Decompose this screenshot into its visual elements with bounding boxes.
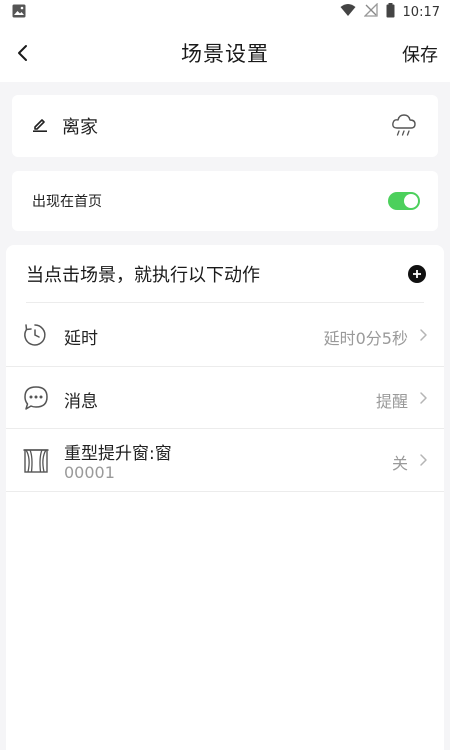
scene-name: 离家 xyxy=(62,117,98,138)
chevron-right-icon xyxy=(420,454,427,466)
chevron-right-icon xyxy=(420,329,427,341)
action-label: 消息 xyxy=(64,392,98,412)
save-button[interactable]: 保存 xyxy=(402,41,438,67)
actions-card: 当点击场景，就执行以下动作 延时 延时0分5秒 消息 提醒 重型提升窗:窗 00… xyxy=(6,245,444,750)
page-title: 场景设置 xyxy=(181,42,269,66)
action-value: 延时0分5秒 xyxy=(323,329,408,348)
curtain-icon xyxy=(22,447,50,479)
image-notification-icon xyxy=(12,3,26,22)
timer-icon xyxy=(22,322,48,352)
chevron-left-icon xyxy=(18,45,27,61)
navigation-bar: 场景设置 保存 xyxy=(0,24,450,82)
actions-header: 当点击场景，就执行以下动作 xyxy=(26,245,426,303)
action-row-message[interactable]: 消息 提醒 xyxy=(6,367,444,429)
show-on-home-label: 出现在首页 xyxy=(32,194,102,210)
action-device-id: 00001 xyxy=(64,463,115,482)
show-on-home-card: 出现在首页 xyxy=(12,171,438,231)
no-signal-icon xyxy=(362,2,378,21)
actions-title: 当点击场景，就执行以下动作 xyxy=(26,264,260,286)
show-on-home-toggle[interactable] xyxy=(388,192,420,210)
plus-icon xyxy=(413,270,421,278)
rain-cloud-icon[interactable] xyxy=(390,111,418,143)
scene-name-card[interactable]: 离家 xyxy=(12,95,438,157)
edit-pencil-icon xyxy=(32,116,48,136)
action-label: 重型提升窗:窗 xyxy=(64,444,172,464)
action-value: 提醒 xyxy=(375,392,408,411)
action-row-delay[interactable]: 延时 延时0分5秒 xyxy=(6,304,444,367)
wifi-icon xyxy=(340,3,356,21)
back-button[interactable] xyxy=(6,37,38,69)
toggle-knob xyxy=(404,194,418,208)
battery-icon xyxy=(386,2,395,22)
action-row-window[interactable]: 重型提升窗:窗 00001 关 xyxy=(6,429,444,492)
chevron-right-icon xyxy=(420,392,427,404)
add-action-button[interactable] xyxy=(408,265,426,283)
status-bar: 10:17 xyxy=(0,0,450,24)
message-icon xyxy=(22,384,50,416)
action-value: 关 xyxy=(391,454,408,473)
status-time: 10:17 xyxy=(402,4,440,20)
action-label: 延时 xyxy=(64,329,98,349)
